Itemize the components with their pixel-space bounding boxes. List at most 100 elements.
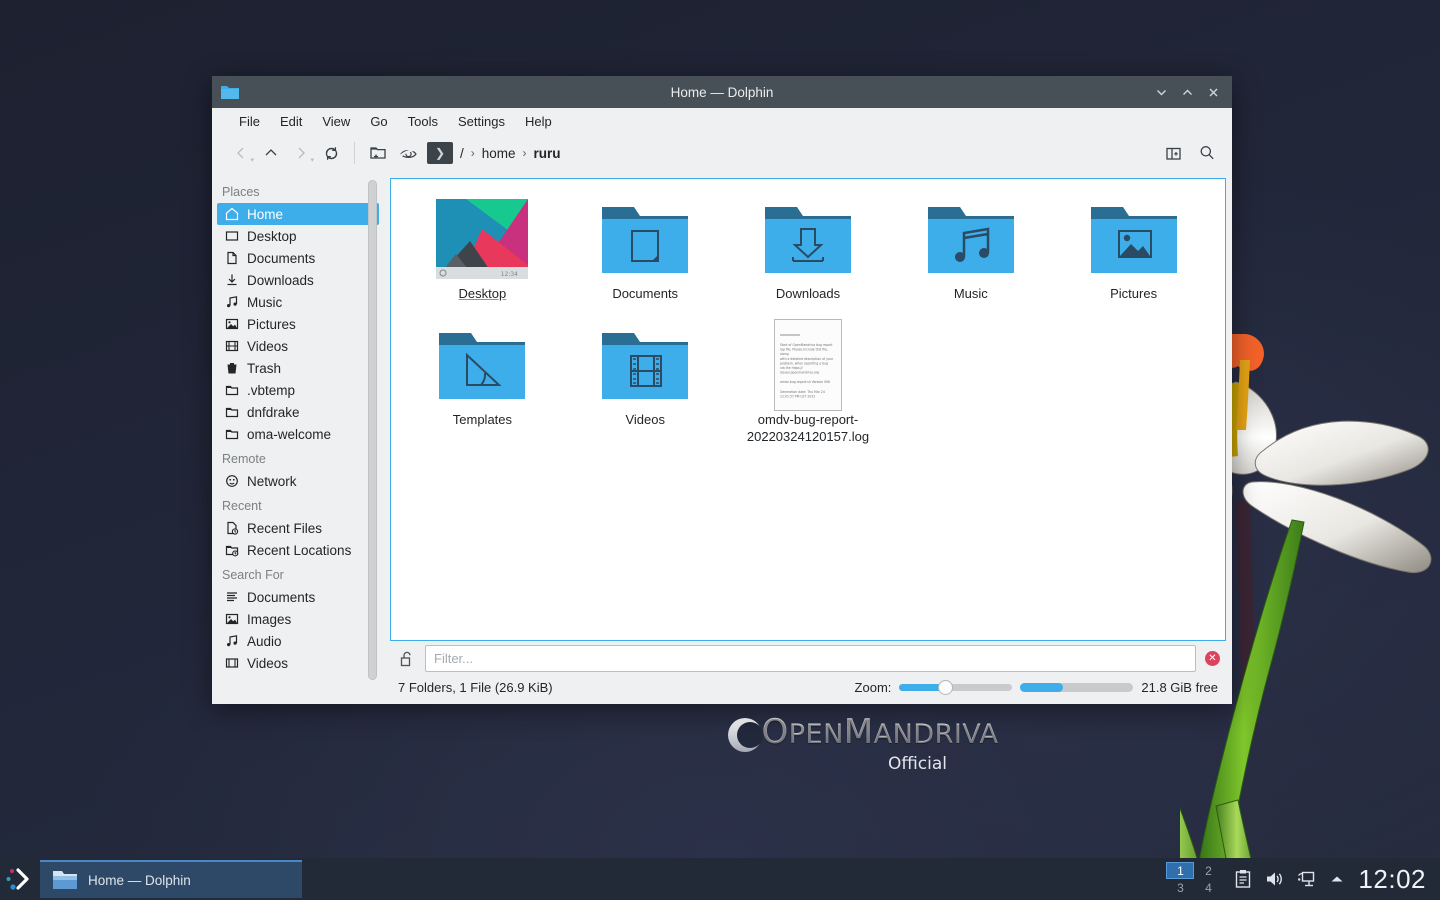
filter-input[interactable] <box>425 645 1196 672</box>
breadcrumb-current[interactable]: ruru <box>529 144 566 163</box>
folder-thumbnail <box>763 197 853 279</box>
clock[interactable]: 12:02 <box>1358 864 1426 895</box>
sidebar-item-home[interactable]: Home <box>217 203 379 225</box>
sidebar-item-vbtemp[interactable]: .vbtemp <box>217 379 379 401</box>
desktop-icon <box>224 228 240 244</box>
menu-settings[interactable]: Settings <box>448 111 515 132</box>
sidebar-item-music[interactable]: Music <box>217 291 379 313</box>
file-name-label: Templates <box>452 412 513 427</box>
sidebar-item-desktop[interactable]: Desktop <box>217 225 379 247</box>
trash-icon <box>224 360 240 376</box>
zoom-slider-handle[interactable] <box>937 679 953 695</box>
file-item-templates[interactable]: Templates <box>401 319 564 445</box>
sidebar-group-remote: Remote <box>222 452 266 466</box>
sidebar-scrollbar[interactable] <box>368 180 377 680</box>
sidebar-item-label: Videos <box>247 338 289 354</box>
desktop-3[interactable]: 3 <box>1166 879 1194 896</box>
view-container: 12:34 Desktop Documents Downloads Music … <box>384 172 1232 704</box>
file-item-pictures[interactable]: Pictures <box>1052 193 1215 319</box>
status-right-group: Zoom: 21.8 GiB free <box>855 679 1218 695</box>
application-launcher-button[interactable] <box>0 858 40 900</box>
system-tray: 1 2 3 4 12:02 <box>1166 862 1440 896</box>
folder-icon <box>224 382 240 398</box>
desktop-4[interactable]: 4 <box>1194 879 1222 896</box>
zoom-slider[interactable] <box>899 679 1013 695</box>
toolbar: ▾ ▾ ❯ / › home › ruru <box>212 134 1232 172</box>
sidebar-item-dnfdrake[interactable]: dnfdrake <box>217 401 379 423</box>
new-folder-button[interactable] <box>363 139 393 167</box>
show-hidden-tray-icon[interactable] <box>1328 872 1346 886</box>
maximize-button[interactable] <box>1174 79 1200 105</box>
terminal-prompt-icon[interactable]: ❯ <box>427 142 453 164</box>
desktop-2[interactable]: 2 <box>1194 862 1222 879</box>
window-titlebar[interactable]: Home — Dolphin <box>212 76 1232 108</box>
reload-button[interactable] <box>316 139 346 167</box>
sidebar-item-search-audio[interactable]: Audio <box>217 630 379 652</box>
file-icon-view[interactable]: 12:34 Desktop Documents Downloads Music … <box>390 178 1226 641</box>
desktop-1[interactable]: 1 <box>1166 862 1195 879</box>
window-body: Places Home Desktop Documents Downloads <box>212 172 1232 704</box>
openmandriva-logo: OPENMANDRIVA Official <box>720 712 1040 790</box>
folder-picture-icon <box>1090 207 1177 273</box>
sidebar-item-search-images[interactable]: Images <box>217 608 379 630</box>
split-view-button[interactable] <box>1158 139 1188 167</box>
close-filter-button[interactable]: ✕ <box>1205 651 1220 666</box>
menu-tools[interactable]: Tools <box>398 111 448 132</box>
preview-line: problem, when reporting a bug <box>780 361 828 365</box>
sidebar-item-pictures[interactable]: Pictures <box>217 313 379 335</box>
file-item-desktop[interactable]: 12:34 Desktop <box>401 193 564 319</box>
folder-thumbnail <box>926 197 1016 279</box>
search-button[interactable] <box>1192 139 1222 167</box>
menu-file[interactable]: File <box>229 111 270 132</box>
menu-help[interactable]: Help <box>515 111 562 132</box>
sidebar-item-downloads[interactable]: Downloads <box>217 269 379 291</box>
sidebar-item-label: Images <box>247 611 292 627</box>
clipboard-icon[interactable] <box>1234 869 1252 889</box>
sidebar-item-network[interactable]: Network <box>217 470 379 492</box>
virtual-desktop-pager[interactable]: 1 2 3 4 <box>1166 862 1222 896</box>
preview-line: log file. Please include this file, <box>780 348 828 352</box>
preview-line: 12:01:57 PM CET 2022 <box>780 395 815 399</box>
folder-music-icon <box>927 207 1014 273</box>
menu-edit[interactable]: Edit <box>270 111 312 132</box>
sidebar-item-oma-welcome[interactable]: oma-welcome <box>217 423 379 445</box>
minimize-button[interactable] <box>1148 79 1174 105</box>
volume-icon[interactable] <box>1264 869 1284 889</box>
sidebar-item-search-documents[interactable]: Documents <box>217 586 379 608</box>
status-summary: 7 Folders, 1 File (26.9 KiB) <box>398 679 553 695</box>
up-button[interactable] <box>256 139 286 167</box>
download-icon <box>224 272 240 288</box>
network-icon[interactable] <box>1296 869 1316 889</box>
file-item-documents[interactable]: Documents <box>564 193 727 319</box>
sidebar-item-recent-locations[interactable]: Recent Locations <box>217 539 379 561</box>
unlock-icon[interactable] <box>398 651 416 667</box>
file-item-music[interactable]: Music <box>889 193 1052 319</box>
video-icon <box>224 338 240 354</box>
close-button[interactable] <box>1200 79 1226 105</box>
menu-view[interactable]: View <box>312 111 360 132</box>
file-item-log[interactable]: Start of OpenMandriva bug report log fil… <box>727 319 890 445</box>
toolbar-separator <box>354 142 355 164</box>
folder-download-icon <box>764 207 851 273</box>
window-controls <box>1148 79 1232 105</box>
file-item-videos[interactable]: Videos <box>564 319 727 445</box>
back-button[interactable]: ▾ <box>226 139 256 167</box>
breadcrumb-home[interactable]: home <box>477 144 521 163</box>
forward-button[interactable]: ▾ <box>286 139 316 167</box>
sidebar-item-documents[interactable]: Documents <box>217 247 379 269</box>
show-hidden-files-button[interactable] <box>393 139 423 167</box>
preview-line: issues.openmandriva.org <box>780 371 819 375</box>
sidebar-item-videos[interactable]: Videos <box>217 335 379 357</box>
folder-thumbnail <box>600 197 690 279</box>
sidebar-item-search-videos[interactable]: Videos <box>217 652 379 674</box>
taskbar-window-button[interactable]: Home — Dolphin <box>40 860 302 898</box>
arrow-right-icon <box>298 147 305 159</box>
breadcrumb-root[interactable]: / <box>455 144 469 163</box>
document-icon <box>224 250 240 266</box>
menu-go[interactable]: Go <box>360 111 397 132</box>
sidebar-item-trash[interactable]: Trash <box>217 357 379 379</box>
file-item-downloads[interactable]: Downloads <box>727 193 890 319</box>
sidebar-item-recent-files[interactable]: Recent Files <box>217 517 379 539</box>
folder-document-icon <box>602 207 689 273</box>
folder-icon <box>224 426 240 442</box>
